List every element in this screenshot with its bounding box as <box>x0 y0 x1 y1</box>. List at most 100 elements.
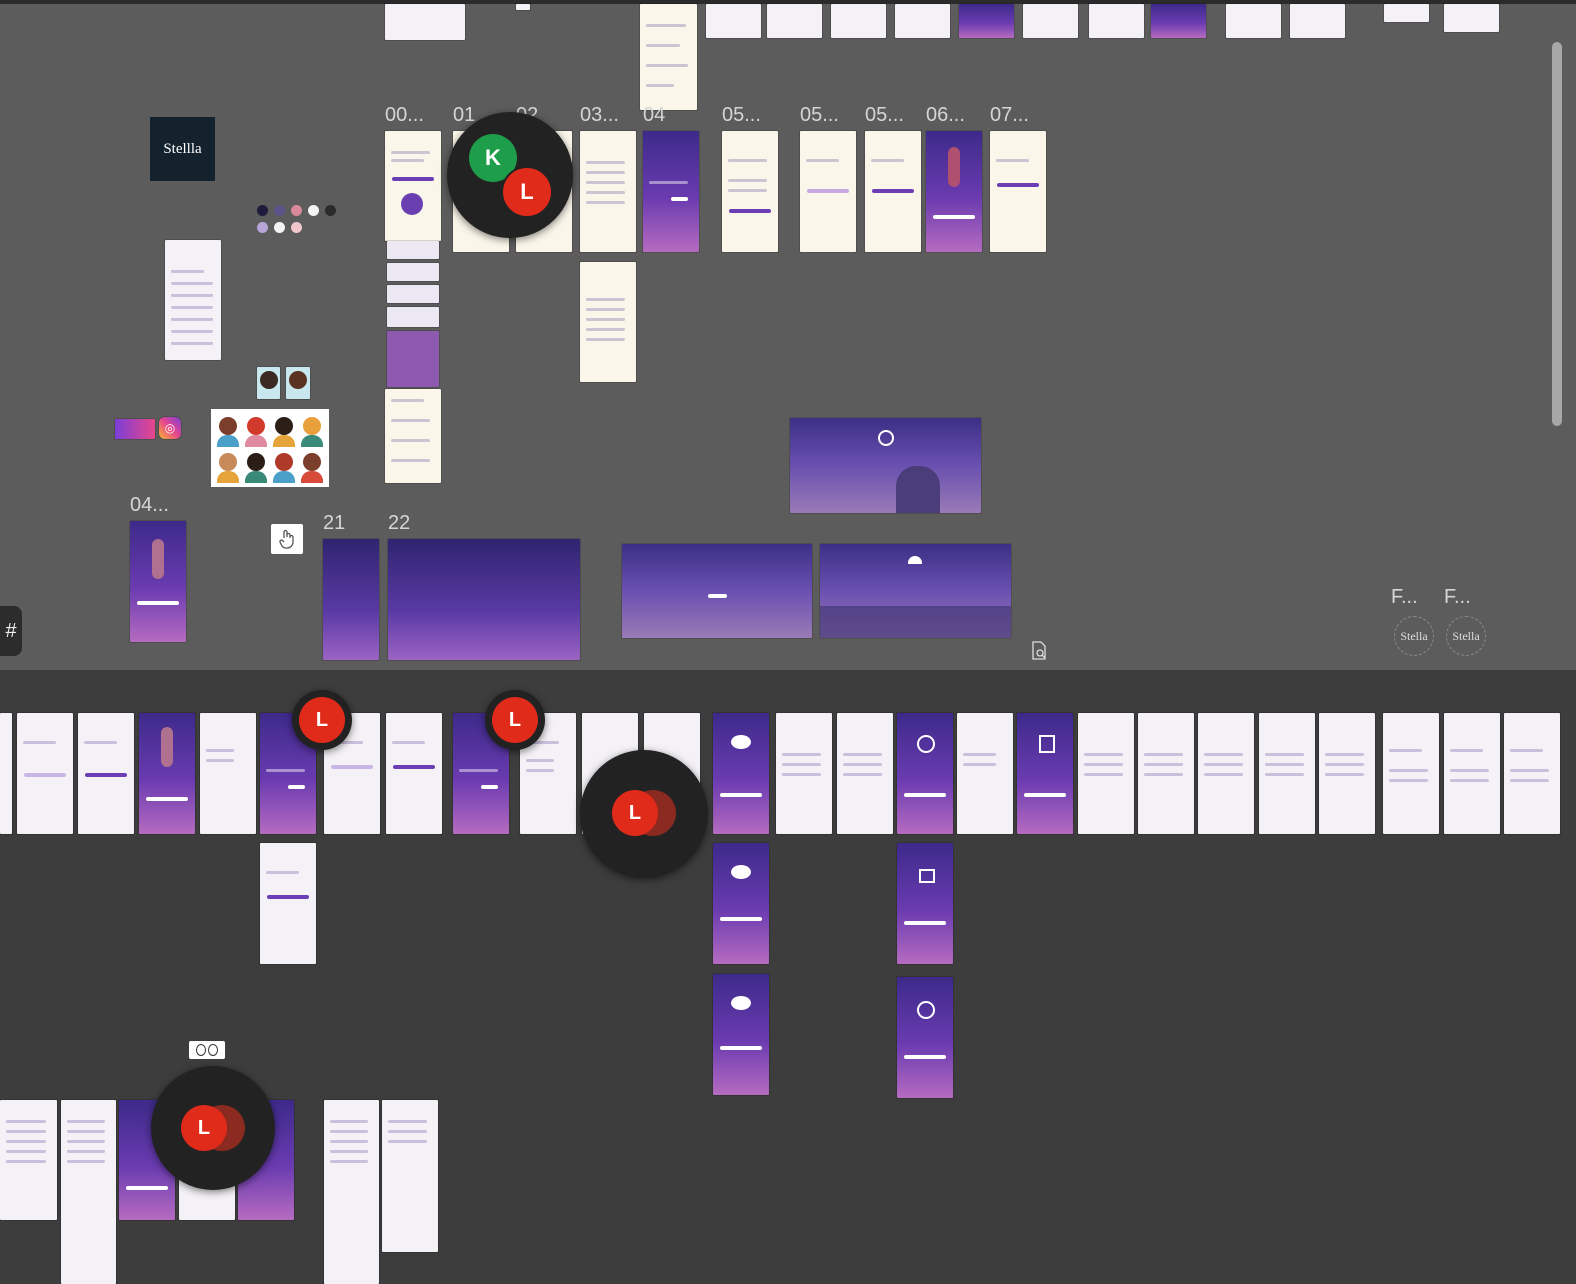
frame-text-screen[interactable] <box>382 1100 438 1252</box>
frame-label[interactable]: 07... <box>990 104 1029 127</box>
palette-swatch[interactable] <box>325 205 336 216</box>
frame-text-screen[interactable] <box>0 1100 57 1220</box>
frame-screen[interactable] <box>17 713 73 834</box>
frame-thumbnail[interactable] <box>959 4 1014 38</box>
frame-screen[interactable] <box>897 713 953 834</box>
frame-thumbnail[interactable] <box>1290 4 1345 38</box>
frame-label[interactable]: 00... <box>385 104 424 127</box>
frame-thumbnail[interactable] <box>1226 4 1281 38</box>
stellla-logo[interactable]: Stellla <box>150 117 215 181</box>
people-illustrations[interactable] <box>211 409 329 487</box>
frame-screen[interactable] <box>897 843 953 964</box>
frame-screen[interactable] <box>1017 713 1073 834</box>
frame-label[interactable]: 06... <box>926 104 965 127</box>
instagram-banner[interactable] <box>115 419 155 439</box>
frame-screen[interactable] <box>990 131 1046 252</box>
frame-screen[interactable] <box>580 262 636 382</box>
round-stella-logo[interactable]: Stella <box>1446 616 1486 656</box>
frame-screen[interactable] <box>865 131 921 252</box>
document-search-icon[interactable] <box>1029 641 1049 661</box>
frame-thumbnail[interactable] <box>385 4 465 40</box>
frame-thumbnail[interactable] <box>1089 4 1144 38</box>
frame-splash-image[interactable] <box>622 544 812 638</box>
frame-thumbnail[interactable] <box>1444 4 1499 32</box>
frame-background[interactable] <box>323 539 379 660</box>
frame-screen[interactable] <box>0 713 12 834</box>
frame-label[interactable]: 05... <box>722 104 761 127</box>
hand-pointer-icon[interactable] <box>271 524 303 554</box>
frame-thumbnail[interactable] <box>516 4 530 10</box>
frame-thumbnail[interactable] <box>767 4 822 38</box>
palette-swatch[interactable] <box>308 205 319 216</box>
frame-screen[interactable] <box>1444 713 1500 834</box>
collaborator-avatar[interactable]: L <box>181 1105 227 1151</box>
palette-swatch[interactable] <box>257 222 268 233</box>
frame-screen[interactable] <box>800 131 856 252</box>
palette-swatch[interactable] <box>291 222 302 233</box>
collaborator-avatar[interactable]: L <box>612 790 658 836</box>
palette-swatch[interactable] <box>257 205 268 216</box>
frame-screen[interactable] <box>837 713 893 834</box>
frame-label[interactable]: 03... <box>580 104 619 127</box>
frame-screen[interactable] <box>722 131 778 252</box>
frame-screen[interactable] <box>1259 713 1315 834</box>
frame-screen[interactable] <box>200 713 256 834</box>
avatar-illustration[interactable] <box>257 367 280 399</box>
frame-screen[interactable] <box>713 843 769 964</box>
palette-swatch[interactable] <box>274 222 285 233</box>
frame-card[interactable] <box>387 241 439 259</box>
frame-screen[interactable] <box>385 131 441 241</box>
side-panel-tab[interactable]: # <box>0 606 22 656</box>
frame-screen[interactable] <box>260 843 316 964</box>
frame-screen[interactable] <box>897 977 953 1098</box>
frame-screen[interactable] <box>386 713 442 834</box>
frame-screen[interactable] <box>1504 713 1560 834</box>
frame-label[interactable]: F... <box>1391 586 1418 609</box>
collaborator-avatar[interactable]: L <box>492 697 538 743</box>
frame-background[interactable] <box>388 539 580 660</box>
frame-card[interactable] <box>387 331 439 387</box>
frame-splash-image[interactable] <box>820 544 1011 638</box>
palette-swatch[interactable] <box>291 205 302 216</box>
frame-thumbnail[interactable] <box>1151 4 1206 38</box>
frame-text-screen[interactable] <box>61 1100 116 1284</box>
frame-card[interactable] <box>387 307 439 327</box>
instagram-icon[interactable]: ◎ <box>159 417 181 439</box>
frame-thumbnail[interactable] <box>706 4 761 38</box>
frame-label[interactable]: 22 <box>388 512 410 535</box>
frame-thumbnail[interactable] <box>895 4 950 38</box>
vertical-scrollbar[interactable] <box>1552 42 1562 426</box>
frame-screen[interactable] <box>713 713 769 834</box>
frame-thumbnail[interactable] <box>640 4 697 110</box>
frame-card[interactable] <box>387 285 439 303</box>
frame-screen[interactable] <box>643 131 699 252</box>
frame-text-screen[interactable] <box>324 1100 379 1284</box>
frame-thumbnail[interactable] <box>1023 4 1078 38</box>
frame-label[interactable]: 05... <box>800 104 839 127</box>
eyes-emoji-icon[interactable] <box>189 1041 225 1059</box>
frame-screen[interactable] <box>385 389 441 483</box>
frame-label[interactable]: 04... <box>130 494 169 517</box>
frame-goals-list[interactable] <box>165 240 221 360</box>
round-stella-logo[interactable]: Stella <box>1394 616 1434 656</box>
frame-screen[interactable] <box>957 713 1013 834</box>
frame-screen[interactable] <box>1198 713 1254 834</box>
frame-screen[interactable] <box>130 521 186 642</box>
frame-label[interactable]: 21 <box>323 512 345 535</box>
frame-screen[interactable] <box>1319 713 1375 834</box>
frame-screen[interactable] <box>139 713 195 834</box>
frame-screen[interactable] <box>78 713 134 834</box>
frame-screen[interactable] <box>713 974 769 1095</box>
collaborator-avatar[interactable]: L <box>501 166 553 218</box>
collaborator-avatar[interactable]: L <box>299 697 345 743</box>
frame-screen[interactable] <box>1383 713 1439 834</box>
frame-label[interactable]: F... <box>1444 586 1471 609</box>
frame-thumbnail[interactable] <box>831 4 886 38</box>
frame-thumbnail[interactable] <box>1384 4 1429 22</box>
palette-swatch[interactable] <box>274 205 285 216</box>
frame-label[interactable]: 05... <box>865 104 904 127</box>
frame-screen[interactable] <box>1138 713 1194 834</box>
frame-card[interactable] <box>387 263 439 281</box>
frame-label[interactable]: 04 <box>643 104 665 127</box>
frame-screen[interactable] <box>580 131 636 252</box>
